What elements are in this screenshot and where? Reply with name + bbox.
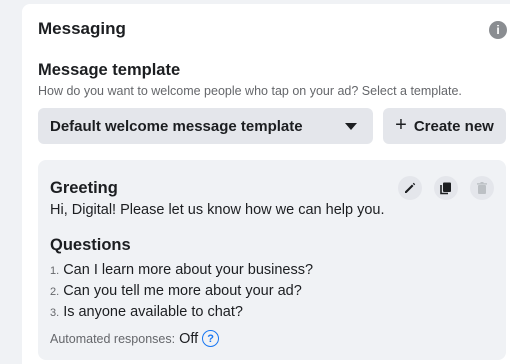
questions-title: Questions: [50, 236, 131, 254]
edit-icon: [405, 182, 416, 193]
automated-responses-label: Automated responses:: [50, 331, 176, 346]
help-icon[interactable]: ?: [202, 330, 220, 347]
create-new-label: Create new: [413, 117, 494, 135]
list-item: 2. Can you tell me more about your ad?: [50, 283, 302, 299]
copy-icon: [440, 182, 451, 195]
plus-icon: +: [395, 114, 407, 136]
messaging-card: Messaging i Message template How do you …: [22, 4, 510, 364]
greeting-text: Hi, Digital! Please let us know how we c…: [50, 202, 385, 218]
list-item: 3. Is anyone available to chat?: [50, 304, 243, 320]
automated-responses: Automated responses: Off ?: [50, 330, 220, 347]
delete-icon: [477, 182, 487, 194]
list-item: 1. Can I learn more about your business?: [50, 262, 314, 278]
edit-button[interactable]: [398, 176, 422, 200]
delete-button[interactable]: [470, 176, 494, 200]
template-select[interactable]: Default welcome message template: [38, 108, 373, 144]
questions-list: 1. Can I learn more about your business? …: [50, 262, 313, 325]
template-title: Message template: [38, 61, 181, 79]
template-subtitle: How do you want to welcome people who ta…: [38, 84, 462, 98]
template-select-label: Default welcome message template: [50, 117, 303, 135]
copy-button[interactable]: [434, 176, 458, 200]
info-icon[interactable]: i: [489, 21, 507, 39]
caret-down-icon: [345, 122, 357, 130]
create-new-button[interactable]: + Create new: [383, 108, 506, 144]
greeting-title: Greeting: [50, 179, 118, 197]
section-title: Messaging: [38, 19, 126, 38]
automated-responses-value: Off: [179, 330, 199, 347]
template-preview: Greeting Hi, Digital! Please let us know…: [38, 160, 506, 360]
